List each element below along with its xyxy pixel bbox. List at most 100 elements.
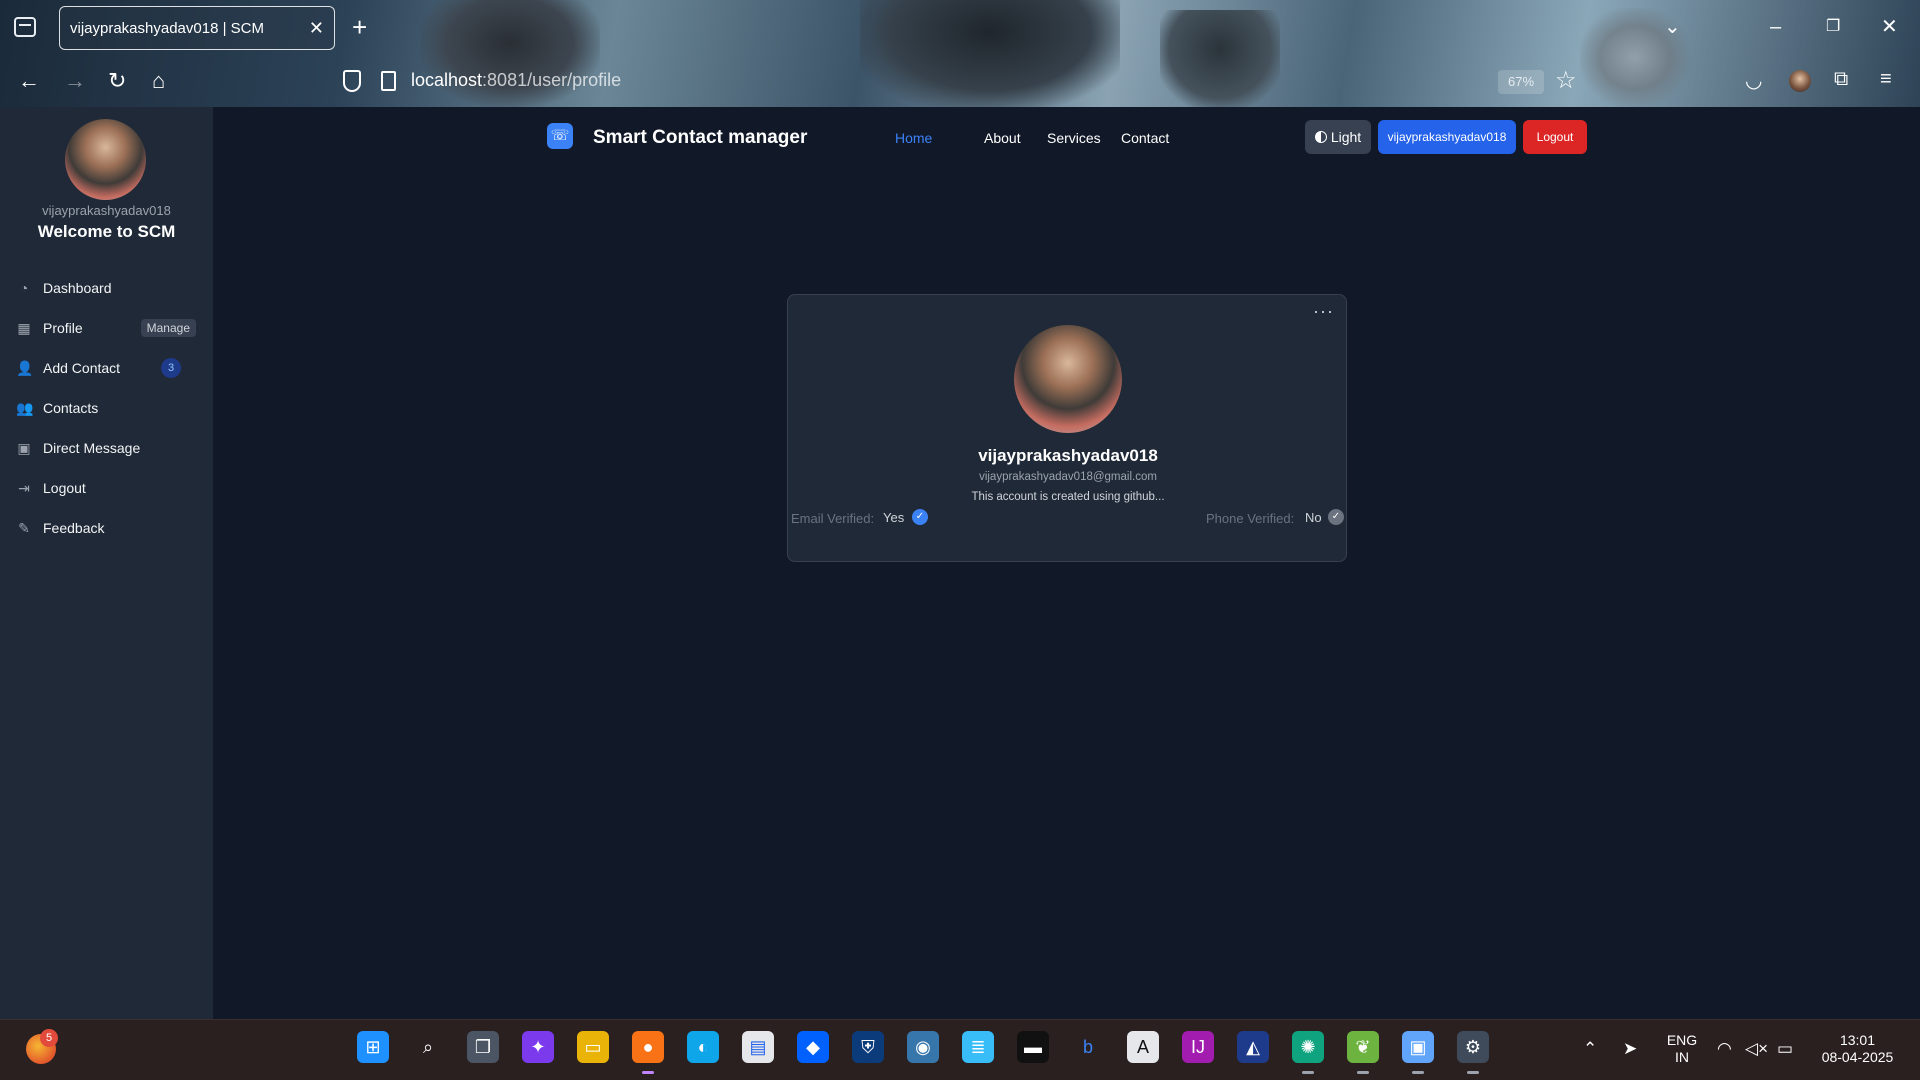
close-window-icon[interactable]: ✕ [1881, 14, 1898, 40]
back-icon[interactable]: ← [18, 68, 40, 94]
close-tab-icon[interactable]: ✕ [309, 17, 324, 39]
running-app-indicator [1302, 1071, 1314, 1074]
user-button[interactable]: vijayprakashyadav018 [1378, 120, 1516, 154]
spring-icon[interactable]: ❦ [1347, 1031, 1379, 1063]
edit-icon: ✎ [18, 520, 30, 536]
python-icon[interactable]: ◉ [907, 1031, 939, 1063]
extensions-icon[interactable]: ⧉ [1834, 68, 1848, 91]
email-verified-label: Email Verified: [791, 511, 875, 526]
sidebar-item-label: Add Contact [43, 360, 121, 376]
sidebar-item-profile[interactable]: ▦ Profile Manage [16, 315, 196, 341]
chatgpt-icon[interactable]: ✺ [1292, 1031, 1324, 1063]
settings-icon[interactable]: ⚙ [1457, 1031, 1489, 1063]
email-verified-value: Yes [883, 510, 905, 525]
home-icon[interactable]: ⌂ [152, 68, 165, 94]
firefox-icon[interactable]: ● [632, 1031, 664, 1063]
font-app-icon[interactable]: A [1127, 1031, 1159, 1063]
bing-icon[interactable]: b [1072, 1031, 1104, 1063]
tab-list-icon[interactable] [14, 17, 36, 37]
user-plus-icon: 👤 [16, 360, 34, 376]
bookmark-star-icon[interactable]: ☆ [1555, 66, 1577, 95]
intellij-icon[interactable]: IJ [1182, 1031, 1214, 1063]
pie-chart-icon: ◔ [19, 280, 29, 296]
url-field[interactable]: localhost:8081/user/profile [411, 70, 621, 91]
minimize-icon[interactable]: – [1770, 14, 1781, 40]
photos-icon[interactable]: ▣ [1402, 1031, 1434, 1063]
shield-icon[interactable] [343, 70, 361, 92]
running-app-indicator [1412, 1071, 1424, 1074]
sign-out-icon: ⇥ [18, 480, 30, 496]
more-options-icon[interactable]: ··· [1313, 301, 1334, 322]
new-tab-button[interactable]: + [352, 14, 367, 40]
sidebar-item-direct-message[interactable]: ▣ Direct Message [16, 435, 196, 461]
chevron-up-icon[interactable]: ⌃ [1583, 1039, 1597, 1059]
restore-icon[interactable]: ❐ [1826, 14, 1840, 40]
mysql-icon[interactable]: ◭ [1237, 1031, 1269, 1063]
edge-icon[interactable]: ◐ [687, 1031, 719, 1063]
zoom-level-badge[interactable]: 67% [1498, 70, 1544, 94]
profile-email: vijayprakashyadav018@gmail.com [979, 471, 1157, 483]
menu-icon[interactable]: ≡ [1880, 68, 1892, 91]
sidebar-item-add-contact[interactable]: 👤 Add Contact 3 [16, 355, 196, 381]
background-rock [860, 0, 1120, 107]
app-title[interactable]: Smart Contact manager [593, 127, 807, 149]
start-icon[interactable]: ⊞ [357, 1031, 389, 1063]
clock[interactable]: 13:01 08-04-2025 [1810, 1032, 1905, 1066]
browser-tab[interactable]: vijayprakashyadav018 | SCM ✕ [59, 6, 335, 50]
profile-card: ··· vijayprakashyadav018 vijayprakashyad… [787, 294, 1347, 562]
sidebar-item-contacts[interactable]: 👥 Contacts [16, 395, 196, 421]
running-app-indicator [1357, 1071, 1369, 1074]
dropbox-icon[interactable]: ◆ [797, 1031, 829, 1063]
url-host: localhost [411, 70, 483, 90]
account-avatar-icon[interactable] [1789, 70, 1811, 92]
theme-toggle-label: Light [1330, 129, 1362, 145]
region-code: IN [1675, 1049, 1689, 1065]
theme-toggle-button[interactable]: Light [1305, 120, 1371, 154]
location-icon[interactable]: ➤ [1623, 1039, 1637, 1059]
check-circle-icon: ✓ [912, 509, 928, 525]
sidebar-item-logout[interactable]: ⇥ Logout [16, 475, 196, 501]
sidebar-item-label: Direct Message [43, 440, 141, 456]
profile-about: This account is created using github... [971, 491, 1165, 503]
wifi-icon[interactable]: ◠ [1717, 1039, 1732, 1059]
active-app-indicator [642, 1071, 654, 1074]
battery-icon[interactable]: ▭ [1777, 1039, 1793, 1059]
briefcase-icon: ▣ [17, 440, 31, 456]
forward-icon[interactable]: → [64, 68, 86, 94]
nav-services[interactable]: Services [1047, 130, 1101, 146]
sidebar-item-feedback[interactable]: ✎ Feedback [16, 515, 196, 541]
sidebar-item-label: Dashboard [43, 280, 112, 296]
clock-time: 13:01 [1839, 1032, 1876, 1048]
copilot-icon[interactable]: ✦ [522, 1031, 554, 1063]
terminal-icon[interactable]: ▬ [1017, 1031, 1049, 1063]
background-rock [1160, 10, 1280, 107]
defender-icon[interactable]: ⛨ [852, 1031, 884, 1063]
task-view-icon[interactable]: ❐ [467, 1031, 499, 1063]
users-icon: 👥 [16, 400, 34, 416]
notepad-icon[interactable]: ≣ [962, 1031, 994, 1063]
profile-name: vijayprakashyadav018 [978, 446, 1158, 465]
profile-avatar [1014, 325, 1122, 433]
nav-about[interactable]: About [984, 130, 1021, 146]
check-circle-icon: ✓ [1328, 509, 1344, 525]
store-icon[interactable]: ▤ [742, 1031, 774, 1063]
logout-button[interactable]: Logout [1523, 120, 1587, 154]
sidebar-welcome: Welcome to SCM [37, 222, 176, 241]
search-icon[interactable]: ⌕ [412, 1031, 444, 1063]
sidebar-username: vijayprakashyadav018 [42, 203, 171, 218]
file-explorer-icon[interactable]: ▭ [577, 1031, 609, 1063]
volume-muted-icon[interactable]: ◁× [1745, 1039, 1768, 1059]
reload-icon[interactable]: ↻ [108, 68, 126, 94]
tab-title: vijayprakashyadav018 | SCM [70, 19, 264, 37]
app-logo-icon[interactable]: ☏ [547, 123, 573, 149]
phone-verified-label: Phone Verified: [1206, 511, 1295, 526]
language-indicator[interactable]: ENG IN [1662, 1032, 1702, 1066]
nav-contact[interactable]: Contact [1121, 130, 1169, 146]
chevron-down-icon[interactable]: ⌄ [1664, 14, 1681, 40]
sidebar-item-dashboard[interactable]: ◔ Dashboard [16, 275, 196, 301]
nav-home[interactable]: Home [895, 130, 932, 146]
page-icon[interactable] [381, 71, 396, 91]
sidebar-item-label: Feedback [43, 520, 105, 536]
pocket-icon[interactable]: ◡ [1745, 68, 1762, 93]
count-badge: 3 [161, 358, 181, 378]
